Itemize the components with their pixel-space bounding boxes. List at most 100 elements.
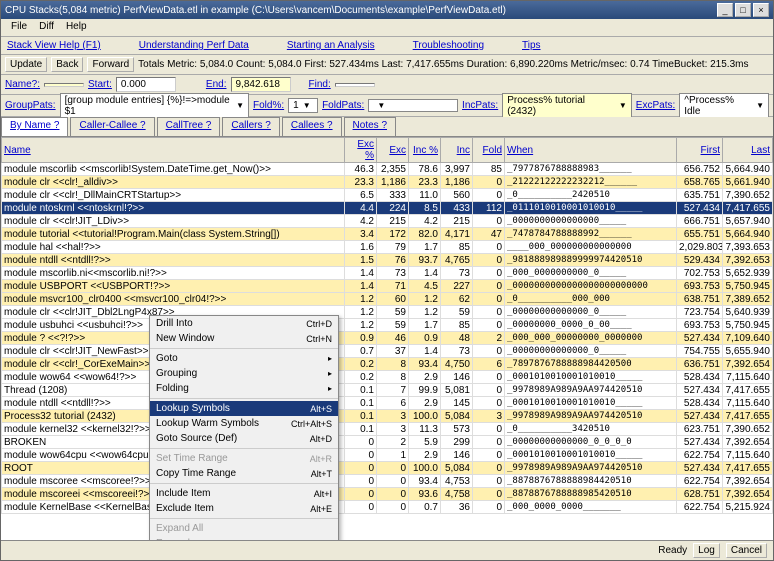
table-row[interactable]: module ntdll <<ntdll!?>>1.57693.74,7650_… bbox=[2, 254, 773, 267]
table-row[interactable]: module msvcr100_clr0400 <<msvcr100_clr04… bbox=[2, 293, 773, 306]
cell-inc[interactable]: 73 bbox=[441, 267, 473, 280]
cell-name[interactable]: module clr <<clr!_alldiv>> bbox=[2, 176, 345, 189]
cell-fold[interactable]: 0 bbox=[473, 462, 505, 475]
cell-excp[interactable]: 0 bbox=[345, 501, 377, 514]
cell-inc[interactable]: 4,758 bbox=[441, 488, 473, 501]
cell-incp[interactable]: 0.7 bbox=[409, 501, 441, 514]
ctx-folding[interactable]: Folding▸ bbox=[150, 381, 338, 396]
cell-last[interactable]: 5,655.940 bbox=[723, 345, 773, 358]
cell-exc[interactable]: 7 bbox=[377, 384, 409, 397]
cell-inc[interactable]: 4,765 bbox=[441, 254, 473, 267]
cell-incp[interactable]: 93.4 bbox=[409, 358, 441, 371]
col-when[interactable]: When bbox=[505, 138, 677, 163]
cell-when[interactable]: _981888989889999974420510 bbox=[505, 254, 677, 267]
cell-incp[interactable]: 1.4 bbox=[409, 345, 441, 358]
cell-first[interactable]: 723.754 bbox=[677, 306, 723, 319]
incpats-combo[interactable]: Process% tutorial (2432)▼ bbox=[502, 93, 632, 119]
cell-when[interactable]: _7478784788888992______ bbox=[505, 228, 677, 241]
cell-last[interactable]: 7,115.640 bbox=[723, 449, 773, 462]
cell-exc[interactable]: 224 bbox=[377, 202, 409, 215]
menu-diff[interactable]: Diff bbox=[33, 21, 60, 34]
cell-incp[interactable]: 1.2 bbox=[409, 306, 441, 319]
cell-first[interactable]: 754.755 bbox=[677, 345, 723, 358]
cell-incp[interactable]: 100.0 bbox=[409, 410, 441, 423]
cell-fold[interactable]: 85 bbox=[473, 163, 505, 176]
cell-exc[interactable]: 2,355 bbox=[377, 163, 409, 176]
cell-incp[interactable]: 93.4 bbox=[409, 475, 441, 488]
end-input[interactable]: 9,842.618 bbox=[231, 77, 291, 92]
cell-incp[interactable]: 1.7 bbox=[409, 241, 441, 254]
table-row[interactable]: module wow64cpu <<wow64cpu!?>>012.91460_… bbox=[2, 449, 773, 462]
cell-incp[interactable]: 99.9 bbox=[409, 384, 441, 397]
cell-inc[interactable]: 48 bbox=[441, 332, 473, 345]
cell-fold[interactable]: 0 bbox=[473, 397, 505, 410]
start-input[interactable]: 0.000 bbox=[116, 77, 176, 92]
col-exc[interactable]: Exc bbox=[377, 138, 409, 163]
cell-inc[interactable]: 5,084 bbox=[441, 462, 473, 475]
cell-inc[interactable]: 4,753 bbox=[441, 475, 473, 488]
col-last[interactable]: Last bbox=[723, 138, 773, 163]
cell-inc[interactable]: 85 bbox=[441, 241, 473, 254]
cell-exc[interactable]: 59 bbox=[377, 319, 409, 332]
cell-inc[interactable]: 5,084 bbox=[441, 410, 473, 423]
cell-first[interactable]: 622.754 bbox=[677, 475, 723, 488]
cell-when[interactable]: _00000000_0000_0_00____ bbox=[505, 319, 677, 332]
cell-exc[interactable]: 8 bbox=[377, 358, 409, 371]
table-row[interactable]: module ntoskrnl <<ntoskrnl!?>>4.42248.54… bbox=[2, 202, 773, 215]
table-row[interactable]: module mscorlib.ni<<mscorlib.ni!?>>1.473… bbox=[2, 267, 773, 280]
link-perfdata[interactable]: Understanding Perf Data bbox=[139, 40, 249, 51]
cell-incp[interactable]: 5.9 bbox=[409, 436, 441, 449]
cell-last[interactable]: 5,750.945 bbox=[723, 280, 773, 293]
cell-last[interactable]: 7,392.654 bbox=[723, 488, 773, 501]
cell-inc[interactable]: 5,081 bbox=[441, 384, 473, 397]
cell-incp[interactable]: 1.7 bbox=[409, 319, 441, 332]
ctx-lookup-symbols[interactable]: Lookup SymbolsAlt+S bbox=[150, 401, 338, 416]
table-row[interactable]: module mscoreei <<mscoreei!?>>0093.64,75… bbox=[2, 488, 773, 501]
cell-excp[interactable]: 4.4 bbox=[345, 202, 377, 215]
table-row[interactable]: module hal <<hal!?>>1.6791.7850____000_0… bbox=[2, 241, 773, 254]
cell-last[interactable]: 7,392.654 bbox=[723, 475, 773, 488]
tab-notes[interactable]: Notes ? bbox=[344, 117, 396, 136]
find-input[interactable] bbox=[335, 83, 375, 87]
cell-last[interactable]: 7,417.655 bbox=[723, 462, 773, 475]
table-row[interactable]: module USBPORT <<USBPORT!?>>1.4714.52270… bbox=[2, 280, 773, 293]
cell-exc[interactable]: 2 bbox=[377, 436, 409, 449]
cell-when[interactable]: _0__________2420510 bbox=[505, 189, 677, 202]
col-inc[interactable]: Inc bbox=[441, 138, 473, 163]
cell-last[interactable]: 7,389.652 bbox=[723, 293, 773, 306]
cell-excp[interactable]: 4.2 bbox=[345, 215, 377, 228]
cell-exc[interactable]: 0 bbox=[377, 501, 409, 514]
cell-incp[interactable]: 1.4 bbox=[409, 267, 441, 280]
cell-incp[interactable]: 11.0 bbox=[409, 189, 441, 202]
ctx-copy-time[interactable]: Copy Time RangeAlt+T bbox=[150, 466, 338, 481]
log-button[interactable]: Log bbox=[693, 543, 720, 558]
cell-when[interactable]: _0001010010001010010_____ bbox=[505, 397, 677, 410]
cell-last[interactable]: 7,109.640 bbox=[723, 332, 773, 345]
cell-name[interactable]: module ntdll <<ntdll!?>> bbox=[2, 254, 345, 267]
minimize-button[interactable]: _ bbox=[717, 3, 733, 17]
cell-last[interactable]: 7,392.654 bbox=[723, 436, 773, 449]
cell-when[interactable]: _000_0000000000_0_____ bbox=[505, 267, 677, 280]
cell-last[interactable]: 7,390.652 bbox=[723, 423, 773, 436]
ctx-newwindow[interactable]: New WindowCtrl+N bbox=[150, 331, 338, 346]
cell-fold[interactable]: 0 bbox=[473, 280, 505, 293]
foldpats-combo[interactable]: ▼ bbox=[368, 99, 458, 112]
table-row[interactable]: ROOT00100.05,0840_9978989A989A9AA9744205… bbox=[2, 462, 773, 475]
close-button[interactable]: × bbox=[753, 3, 769, 17]
cell-incp[interactable]: 2.9 bbox=[409, 371, 441, 384]
cell-fold[interactable]: 0 bbox=[473, 306, 505, 319]
cell-name[interactable]: module hal <<hal!?>> bbox=[2, 241, 345, 254]
cell-first[interactable]: 527.434 bbox=[677, 410, 723, 423]
cell-inc[interactable]: 85 bbox=[441, 319, 473, 332]
cell-incp[interactable]: 8.5 bbox=[409, 202, 441, 215]
cell-last[interactable]: 5,215.924 bbox=[723, 501, 773, 514]
cell-inc[interactable]: 4,171 bbox=[441, 228, 473, 241]
cell-exc[interactable]: 0 bbox=[377, 462, 409, 475]
link-troubleshooting[interactable]: Troubleshooting bbox=[413, 40, 484, 51]
cell-excp[interactable]: 1.2 bbox=[345, 293, 377, 306]
cell-when[interactable]: _00000000000000_0_____ bbox=[505, 345, 677, 358]
cell-excp[interactable]: 0.2 bbox=[345, 371, 377, 384]
cell-exc[interactable]: 8 bbox=[377, 371, 409, 384]
link-startanalysis[interactable]: Starting an Analysis bbox=[287, 40, 375, 51]
cell-first[interactable]: 635.751 bbox=[677, 189, 723, 202]
